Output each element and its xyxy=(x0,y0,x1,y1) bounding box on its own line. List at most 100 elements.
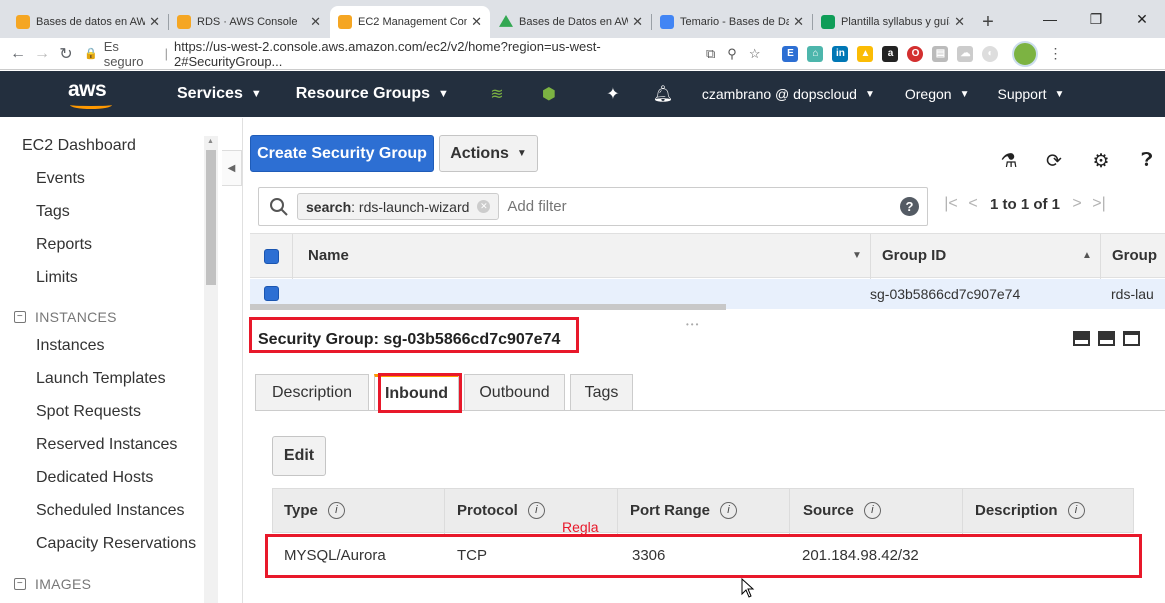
browser-tab-active[interactable]: EC2 Management Console ✕ xyxy=(330,6,490,38)
account-menu[interactable]: czambrano @ dopscloud ▼ xyxy=(702,86,875,102)
edit-rules-button[interactable]: Edit xyxy=(272,436,326,476)
sidebar-item-instances[interactable]: Instances xyxy=(36,337,104,355)
info-icon[interactable]: i xyxy=(720,502,738,519)
filter-help-icon[interactable]: ? xyxy=(900,197,919,216)
pin-icon[interactable]: ✦ xyxy=(603,83,623,105)
sidebar-scrollbar-thumb[interactable] xyxy=(206,150,216,285)
last-page-icon[interactable]: >| xyxy=(1088,195,1110,213)
sidebar-item-events[interactable]: Events xyxy=(36,170,85,188)
browser-tab[interactable]: Plantilla syllabus y guía ✕ xyxy=(813,6,973,38)
close-tab-icon[interactable]: ✕ xyxy=(793,14,804,30)
extension-icon[interactable]: ▤ xyxy=(932,45,949,62)
sidebar-item-reports[interactable]: Reports xyxy=(36,236,92,254)
sort-icon[interactable]: ▼ xyxy=(852,250,862,261)
close-tab-icon[interactable]: ✕ xyxy=(471,14,482,30)
favicon-icon xyxy=(338,15,352,29)
remove-filter-icon[interactable]: ✕ xyxy=(477,200,491,213)
profile-avatar[interactable] xyxy=(1012,40,1039,67)
info-icon[interactable]: i xyxy=(327,502,345,519)
sidebar-section-images[interactable]: − IMAGES xyxy=(14,576,91,592)
browser-menu-icon[interactable]: ⋮ xyxy=(1048,45,1062,62)
url-text[interactable]: https://us-west-2.console.aws.amazon.com… xyxy=(174,39,694,69)
sidebar-item-scheduled-instances[interactable]: Scheduled Instances xyxy=(36,502,185,520)
service-shortcut-icon[interactable]: ⬢ xyxy=(539,83,559,105)
tab-outbound[interactable]: Outbound xyxy=(464,374,565,411)
sidebar-item-dedicated-hosts[interactable]: Dedicated Hosts xyxy=(36,469,153,487)
bell-icon[interactable]: 🔔︎ xyxy=(653,83,673,105)
first-page-icon[interactable]: |< xyxy=(940,195,962,213)
extension-icon[interactable]: ◐ xyxy=(982,45,999,62)
column-header-port-range: Port Range i xyxy=(630,502,738,519)
extension-icon[interactable]: ☁ xyxy=(957,45,974,62)
service-shortcut-icon[interactable]: ≋ xyxy=(487,83,507,105)
linkedin-icon[interactable]: in xyxy=(832,45,849,62)
support-menu[interactable]: Support ▼ xyxy=(997,86,1064,102)
select-all-checkbox[interactable] xyxy=(264,249,279,264)
back-icon[interactable]: ← xyxy=(6,45,30,63)
sidebar-item-limits[interactable]: Limits xyxy=(36,269,78,287)
pane-splitter-handle[interactable]: ••• xyxy=(686,320,700,329)
actions-button[interactable]: Actions ▼ xyxy=(439,135,538,172)
translate-icon[interactable]: ⧉ xyxy=(706,46,715,62)
sort-asc-icon[interactable]: ▲ xyxy=(1082,250,1092,261)
sidebar-item-reserved-instances[interactable]: Reserved Instances xyxy=(36,436,177,454)
info-icon[interactable]: i xyxy=(1067,502,1085,519)
new-tab-button[interactable]: + xyxy=(974,6,1002,38)
flask-icon[interactable]: ⚗ xyxy=(998,150,1020,173)
resource-groups-menu[interactable]: Resource Groups ▼ xyxy=(296,85,449,103)
create-security-group-button[interactable]: Create Security Group xyxy=(250,135,434,172)
region-menu[interactable]: Oregon ▼ xyxy=(905,86,970,102)
aws-logo[interactable]: aws xyxy=(68,74,116,114)
refresh-icon[interactable]: ⟳ xyxy=(1043,150,1065,173)
collapse-sidebar-button[interactable]: ◀ xyxy=(222,150,242,186)
search-filter-chip[interactable]: search : rds-launch-wizard ✕ xyxy=(297,193,500,220)
close-tab-icon[interactable]: ✕ xyxy=(149,14,160,30)
browser-tab[interactable]: Bases de datos en AWS ✕ xyxy=(8,6,169,38)
opera-icon[interactable]: O xyxy=(907,45,924,62)
help-icon[interactable]: ❓︎ xyxy=(1136,150,1158,172)
browser-tab[interactable]: RDS · AWS Console ✕ xyxy=(169,6,329,38)
close-tab-icon[interactable]: ✕ xyxy=(954,14,965,30)
sidebar-item-launch-templates[interactable]: Launch Templates xyxy=(36,370,166,388)
tab-description[interactable]: Description xyxy=(255,374,369,411)
scroll-up-icon[interactable]: ▲ xyxy=(207,138,214,145)
row-checkbox[interactable] xyxy=(264,286,279,301)
sidebar-item-tags[interactable]: Tags xyxy=(36,203,70,221)
column-header-name[interactable]: Name xyxy=(308,247,349,264)
browser-tab[interactable]: Bases de Datos en AWS ✕ xyxy=(491,6,652,38)
forward-icon[interactable]: → xyxy=(30,45,54,63)
close-tab-icon[interactable]: ✕ xyxy=(632,14,643,30)
pane-layout-full-icon[interactable] xyxy=(1123,331,1140,346)
gear-icon[interactable]: ⚙ xyxy=(1090,150,1112,173)
bookmark-star-icon[interactable]: ☆ xyxy=(749,46,761,62)
tab-tags[interactable]: Tags xyxy=(570,374,633,411)
zoom-icon[interactable]: ⚲ xyxy=(727,46,737,62)
column-header-group-name[interactable]: Group xyxy=(1112,247,1157,264)
info-icon[interactable]: i xyxy=(527,502,545,519)
minimize-icon[interactable]: — xyxy=(1027,0,1073,38)
column-header-group-id[interactable]: Group ID xyxy=(882,247,946,264)
sidebar-section-instances[interactable]: − INSTANCES xyxy=(14,309,117,325)
info-icon[interactable]: i xyxy=(863,502,881,519)
pane-layout-bottom-icon[interactable] xyxy=(1073,331,1090,346)
omnibox[interactable]: 🔒 Es seguro | https://us-west-2.console.… xyxy=(84,39,694,69)
close-tab-icon[interactable]: ✕ xyxy=(310,14,321,30)
extension-icon[interactable]: E xyxy=(782,45,799,62)
prev-page-icon[interactable]: < xyxy=(962,195,984,213)
next-page-icon[interactable]: > xyxy=(1066,195,1088,213)
add-filter-input[interactable] xyxy=(507,198,900,215)
search-filter-bar[interactable]: search : rds-launch-wizard ✕ ? xyxy=(258,187,928,226)
extension-icon[interactable]: ⌂ xyxy=(807,45,824,62)
sidebar-item-ec2-dashboard[interactable]: EC2 Dashboard xyxy=(22,137,136,155)
pane-layout-split-icon[interactable] xyxy=(1098,331,1115,346)
sidebar-item-capacity-reservations[interactable]: Capacity Reservations xyxy=(36,535,196,553)
restore-icon[interactable]: ❐ xyxy=(1073,0,1119,38)
close-window-icon[interactable]: ✕ xyxy=(1119,0,1165,38)
table-horizontal-scrollbar[interactable] xyxy=(250,304,726,310)
amazon-assistant-icon[interactable]: a xyxy=(882,45,899,62)
reload-icon[interactable]: ↻ xyxy=(54,44,78,64)
sidebar-item-spot-requests[interactable]: Spot Requests xyxy=(36,403,141,421)
services-menu[interactable]: Services ▼ xyxy=(177,85,262,103)
extension-icon[interactable]: ▲ xyxy=(857,45,874,62)
browser-tab[interactable]: Temario - Bases de Datos ✕ xyxy=(652,6,813,38)
